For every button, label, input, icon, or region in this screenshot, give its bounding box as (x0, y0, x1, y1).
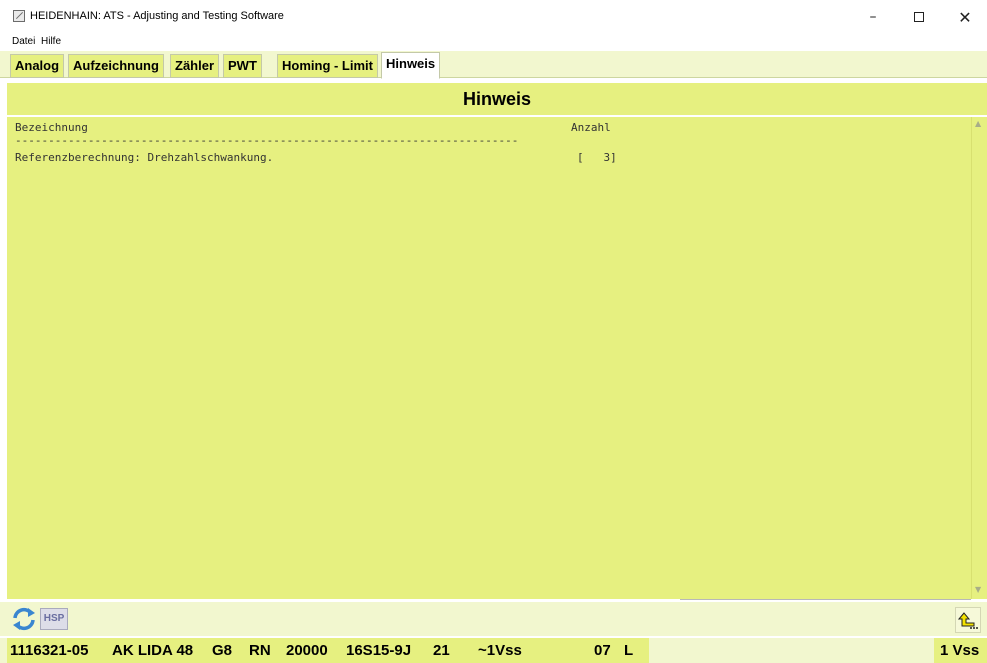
tab-aufzeichnung[interactable]: Aufzeichnung (68, 54, 164, 78)
return-button[interactable] (955, 607, 981, 633)
toolbar: HSP (0, 602, 987, 636)
app-icon (13, 10, 25, 22)
tab-analog[interactable]: Analog (10, 54, 65, 78)
menu-bar: Datei Hilfe (0, 34, 987, 51)
close-icon: ✕ (958, 7, 972, 27)
window-title: HEIDENHAIN: ATS - Adjusting and Testing … (30, 10, 284, 22)
separator-line: ----------------------------------------… (15, 134, 519, 147)
list-item-label: Referenzberechnung: Drehzahlschwankung. (15, 151, 274, 164)
status-right: 1 Vss (934, 638, 987, 663)
divider (680, 599, 971, 600)
refresh-button[interactable] (10, 605, 38, 633)
tab-homing-limit[interactable]: Homing - Limit (277, 54, 378, 78)
minimize-button[interactable]: – (850, 0, 896, 34)
list-item-count: [ 3] (577, 151, 617, 164)
minimize-icon: – (869, 9, 877, 25)
refresh-icon (13, 607, 35, 631)
scroll-up-icon[interactable]: ▲ (975, 119, 981, 128)
title-bar: HEIDENHAIN: ATS - Adjusting and Testing … (0, 0, 987, 34)
tab-zaehler[interactable]: Zähler (170, 54, 220, 78)
status-l: L (624, 642, 634, 659)
column-header-bezeichnung: Bezeichnung (15, 121, 88, 134)
status-code: 16S15-9J (346, 642, 412, 659)
status-id: 1116321-05 (10, 642, 89, 659)
status-g: G8 (212, 642, 233, 659)
return-arrow-icon (958, 612, 978, 629)
hsp-button[interactable]: HSP (40, 608, 68, 630)
status-bar: 1116321-05 AK LIDA 48 G8 RN 20000 16S15-… (0, 638, 987, 663)
hinweis-list: Bezeichnung Anzahl ---------------------… (7, 117, 971, 599)
tab-pwt[interactable]: PWT (223, 54, 262, 78)
scroll-down-icon[interactable]: ▼ (975, 585, 981, 594)
tab-bar: Analog Aufzeichnung Zähler PWT Homing - … (0, 51, 987, 79)
status-lines: 20000 (286, 642, 328, 659)
status-device: AK LIDA 48 (112, 642, 194, 659)
status-signal-right: 1 Vss (940, 642, 980, 659)
column-header-anzahl: Anzahl (571, 121, 611, 134)
panel-title: Hinweis (7, 83, 987, 115)
menu-datei[interactable]: Datei (12, 36, 35, 47)
status-main: 1116321-05 AK LIDA 48 G8 RN 20000 16S15-… (7, 638, 649, 663)
status-signal: ~1Vss (478, 642, 522, 659)
tab-hinweis[interactable]: Hinweis (381, 52, 441, 79)
status-rn: RN (249, 642, 271, 659)
maximize-button[interactable] (896, 0, 942, 34)
menu-hilfe[interactable]: Hilfe (41, 36, 61, 47)
maximize-icon (914, 12, 924, 22)
status-num: 07 (594, 642, 611, 659)
vertical-scrollbar[interactable]: ▲ ▼ (971, 117, 987, 599)
close-button[interactable]: ✕ (942, 0, 987, 34)
status-n: 21 (433, 642, 450, 659)
